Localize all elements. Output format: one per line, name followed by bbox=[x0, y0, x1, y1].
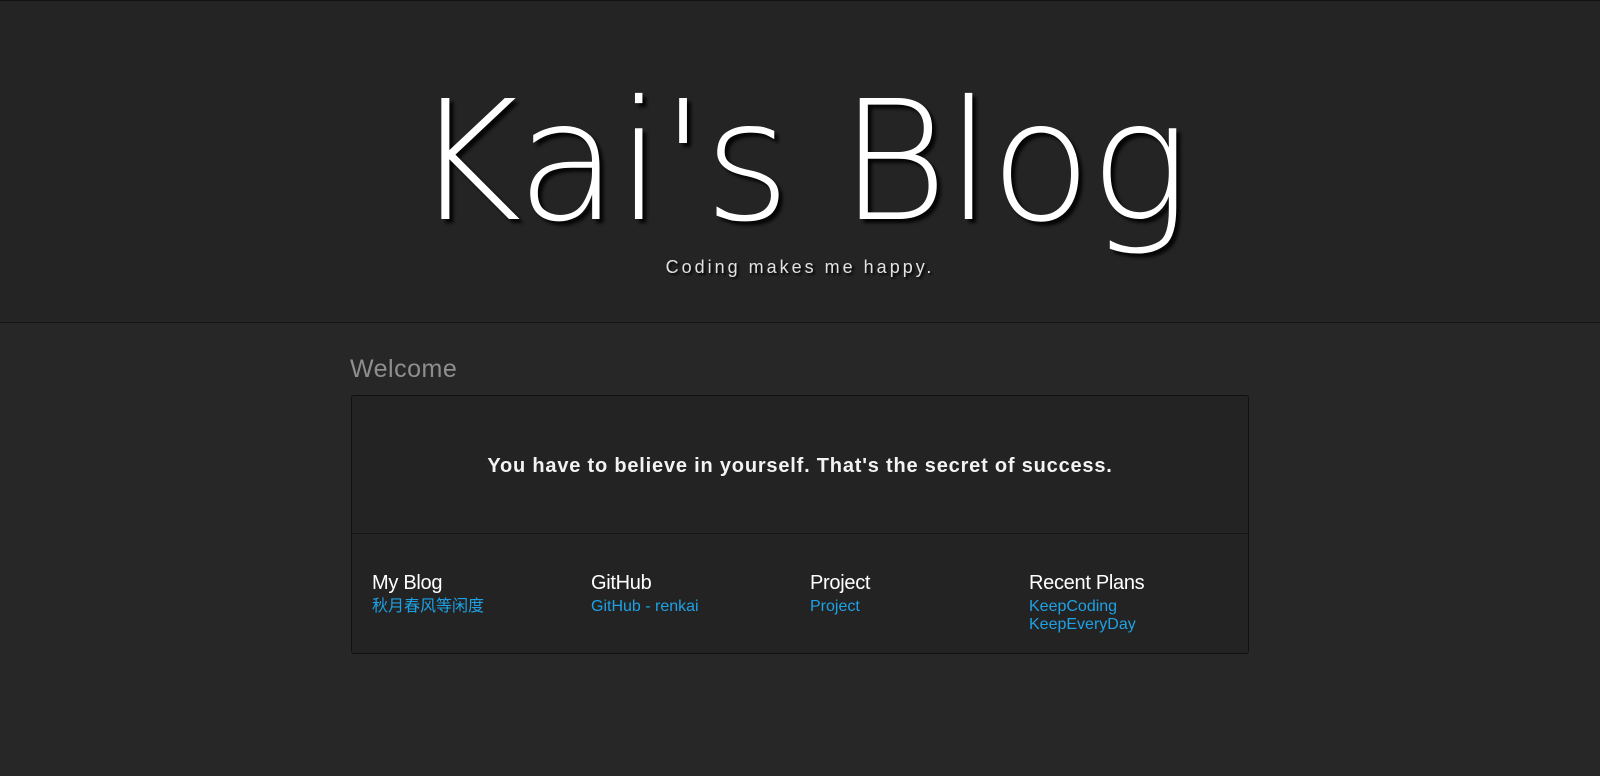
link-project[interactable]: Project bbox=[810, 598, 1010, 616]
site-title: Kai's Blog bbox=[412, 66, 1190, 259]
quote-text: You have to believe in yourself. That's … bbox=[487, 455, 1113, 477]
column-title-github: GitHub bbox=[591, 572, 652, 594]
footer-column-project: Project Project bbox=[810, 571, 1010, 616]
column-title-my-blog: My Blog bbox=[372, 572, 443, 594]
site-subtitle: Coding makes me happy. bbox=[665, 257, 935, 277]
site-header: Kai's Blog Coding makes me happy. bbox=[0, 0, 1600, 323]
link-my-blog[interactable]: 秋月春风等闲度 bbox=[372, 598, 572, 616]
footer-column-recent-plans: Recent Plans KeepCoding KeepEveryDay bbox=[1029, 571, 1229, 634]
welcome-heading: Welcome bbox=[350, 355, 458, 383]
link-keep-coding[interactable]: KeepCoding bbox=[1029, 598, 1229, 616]
footer-column-my-blog: My Blog 秋月春风等闲度 bbox=[372, 571, 572, 616]
link-github-renkai[interactable]: GitHub - renkai bbox=[591, 598, 791, 616]
link-keep-every-day[interactable]: KeepEveryDay bbox=[1029, 616, 1229, 634]
welcome-panel: You have to believe in yourself. That's … bbox=[351, 395, 1249, 654]
footer-column-github: GitHub GitHub - renkai bbox=[591, 571, 791, 616]
quote-area: You have to believe in yourself. That's … bbox=[352, 396, 1248, 534]
column-title-recent-plans: Recent Plans bbox=[1029, 572, 1145, 594]
column-title-project: Project bbox=[810, 572, 871, 594]
